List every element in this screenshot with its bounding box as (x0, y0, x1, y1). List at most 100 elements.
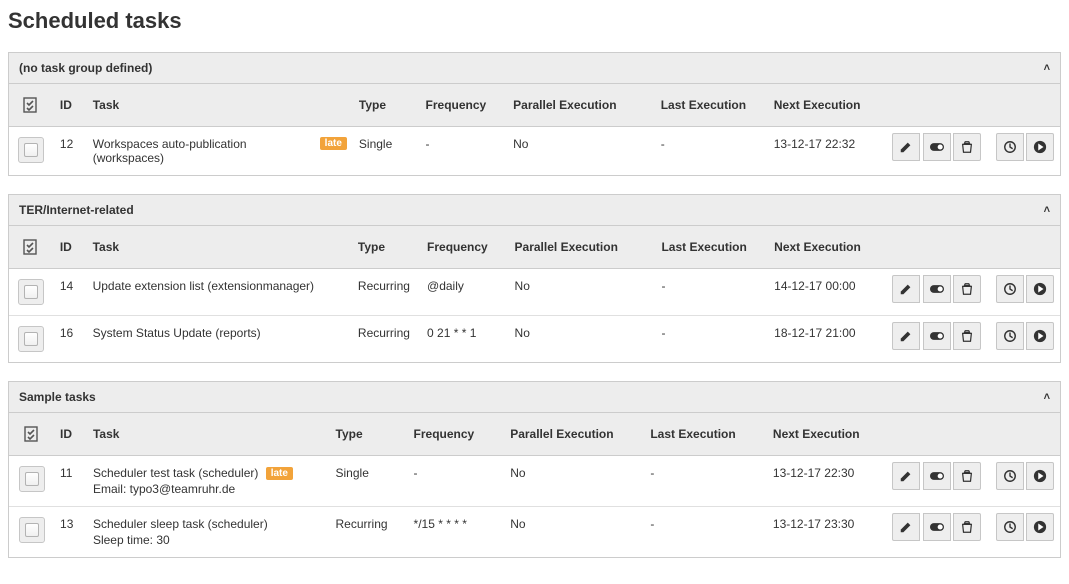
chevron-up-icon: ˄ (1044, 391, 1050, 403)
run-button[interactable] (1026, 513, 1054, 541)
task-next: 13-12-17 22:30 (767, 456, 881, 507)
task-next: 13-12-17 23:30 (767, 507, 881, 558)
task-frequency: 0 21 * * 1 (421, 316, 509, 363)
col-last: Last Execution (644, 413, 767, 456)
table-row: 16 System Status Update (reports) Recurr… (9, 316, 1060, 363)
col-parallel: Parallel Execution (504, 413, 644, 456)
chevron-up-icon: ˄ (1044, 62, 1050, 74)
task-group-header[interactable]: TER/Internet-related ˄ (9, 195, 1060, 226)
task-parallel: No (509, 269, 656, 316)
col-parallel: Parallel Execution (509, 226, 656, 269)
task-last: - (655, 316, 768, 363)
badge-late: late (266, 467, 293, 480)
table-row: 11 Scheduler test task (scheduler) late … (9, 456, 1060, 507)
schedule-button[interactable] (996, 322, 1024, 350)
select-all-icon[interactable] (18, 234, 44, 260)
task-frequency: */15 * * * * (408, 507, 505, 558)
schedule-button[interactable] (996, 462, 1024, 490)
col-task: Task (87, 226, 352, 269)
col-parallel: Parallel Execution (507, 84, 655, 127)
col-frequency: Frequency (420, 84, 508, 127)
row-checkbox[interactable] (18, 137, 44, 163)
row-checkbox[interactable] (19, 466, 45, 492)
task-id: 11 (54, 456, 87, 507)
task-last: - (655, 127, 768, 176)
col-next: Next Execution (768, 226, 881, 269)
schedule-button[interactable] (996, 513, 1024, 541)
col-last: Last Execution (655, 84, 768, 127)
col-task: Task (87, 84, 353, 127)
col-type: Type (353, 84, 420, 127)
toggle-button[interactable] (923, 462, 951, 490)
task-id: 16 (54, 316, 87, 363)
col-task: Task (87, 413, 330, 456)
toggle-button[interactable] (923, 133, 951, 161)
col-frequency: Frequency (408, 413, 505, 456)
col-next: Next Execution (767, 413, 881, 456)
task-name: Workspaces auto-publication (workspaces) (93, 137, 314, 165)
table-row: 14 Update extension list (extensionmanag… (9, 269, 1060, 316)
delete-button[interactable] (953, 275, 981, 303)
task-next: 13-12-17 22:32 (768, 127, 881, 176)
edit-button[interactable] (892, 513, 920, 541)
task-next: 18-12-17 21:00 (768, 316, 881, 363)
select-all-icon[interactable] (19, 421, 45, 447)
col-last: Last Execution (655, 226, 768, 269)
task-id: 13 (54, 507, 87, 558)
delete-button[interactable] (953, 322, 981, 350)
badge-late: late (320, 137, 347, 150)
table-row: 13 Scheduler sleep task (scheduler) Slee… (9, 507, 1060, 558)
delete-button[interactable] (953, 513, 981, 541)
delete-button[interactable] (953, 462, 981, 490)
task-id: 12 (54, 127, 87, 176)
task-name: Update extension list (extensionmanager) (93, 279, 314, 293)
task-type: Recurring (352, 269, 421, 316)
task-parallel: No (504, 507, 644, 558)
task-name: System Status Update (reports) (93, 326, 261, 340)
run-button[interactable] (1026, 133, 1054, 161)
schedule-button[interactable] (996, 133, 1024, 161)
toggle-button[interactable] (923, 513, 951, 541)
task-table: ID Task Type Frequency Parallel Executio… (9, 413, 1060, 557)
col-type: Type (330, 413, 408, 456)
task-group-panel: Sample tasks ˄ ID Task Type Frequency Pa… (8, 381, 1061, 558)
task-table: ID Task Type Frequency Parallel Executio… (9, 226, 1060, 362)
task-next: 14-12-17 00:00 (768, 269, 881, 316)
task-name: Scheduler test task (scheduler) (93, 466, 258, 480)
task-table: ID Task Type Frequency Parallel Executio… (9, 84, 1060, 175)
task-group-header[interactable]: (no task group defined) ˄ (9, 53, 1060, 84)
toggle-button[interactable] (923, 275, 951, 303)
run-button[interactable] (1026, 322, 1054, 350)
col-id: ID (54, 84, 87, 127)
task-group-panel: TER/Internet-related ˄ ID Task Type Freq… (8, 194, 1061, 363)
edit-button[interactable] (892, 275, 920, 303)
edit-button[interactable] (892, 133, 920, 161)
col-id: ID (54, 226, 87, 269)
toggle-button[interactable] (923, 322, 951, 350)
task-last: - (644, 507, 767, 558)
task-sub: Email: typo3@teamruhr.de (93, 482, 324, 496)
task-parallel: No (504, 456, 644, 507)
row-checkbox[interactable] (18, 326, 44, 352)
task-group-panel: (no task group defined) ˄ ID Task Type F… (8, 52, 1061, 176)
row-checkbox[interactable] (18, 279, 44, 305)
edit-button[interactable] (892, 462, 920, 490)
chevron-up-icon: ˄ (1044, 204, 1050, 216)
col-id: ID (54, 413, 87, 456)
run-button[interactable] (1026, 462, 1054, 490)
row-checkbox[interactable] (19, 517, 45, 543)
edit-button[interactable] (892, 322, 920, 350)
task-type: Single (353, 127, 420, 176)
task-type: Recurring (330, 507, 408, 558)
select-all-icon[interactable] (18, 92, 44, 118)
task-id: 14 (54, 269, 87, 316)
delete-button[interactable] (953, 133, 981, 161)
page-title: Scheduled tasks (8, 8, 1061, 34)
task-parallel: No (509, 316, 656, 363)
task-type: Single (330, 456, 408, 507)
run-button[interactable] (1026, 275, 1054, 303)
task-sub: Sleep time: 30 (93, 533, 324, 547)
task-group-title: TER/Internet-related (19, 203, 134, 217)
task-group-header[interactable]: Sample tasks ˄ (9, 382, 1060, 413)
schedule-button[interactable] (996, 275, 1024, 303)
